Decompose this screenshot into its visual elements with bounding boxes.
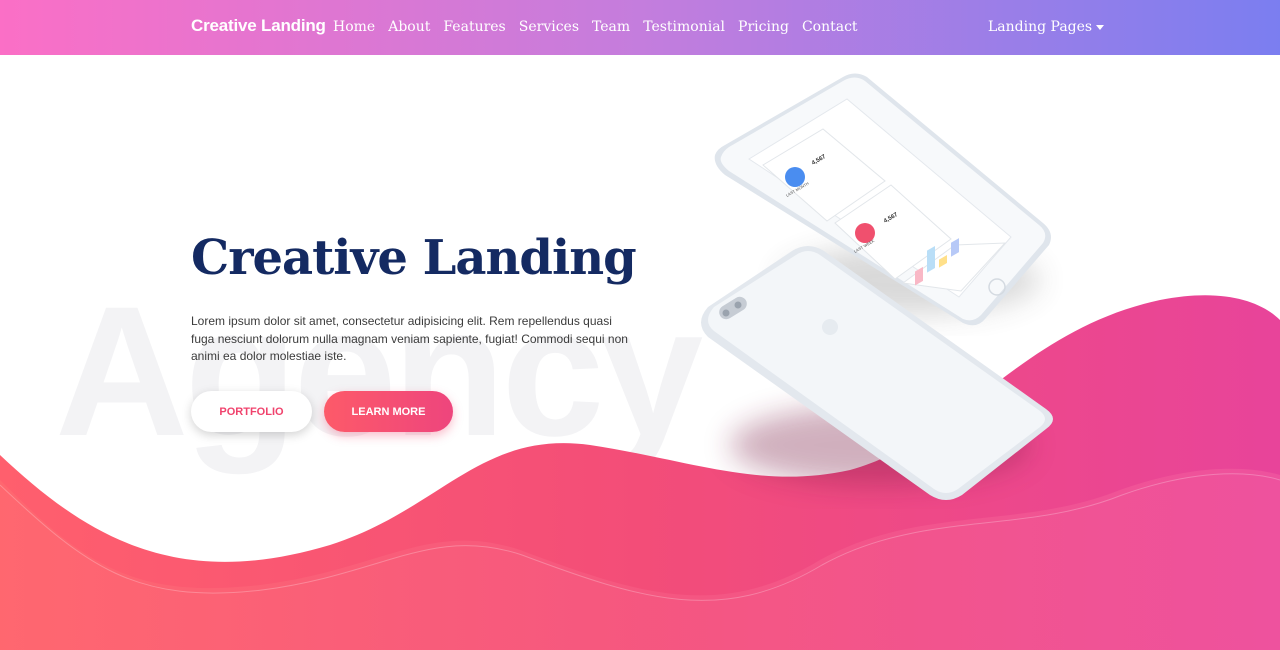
nav-link-about[interactable]: About — [388, 19, 430, 35]
landing-pages-dropdown[interactable]: Landing Pages — [988, 19, 1105, 35]
nav-link-home[interactable]: Home — [333, 19, 375, 35]
navbar: Creative Landing Home About Features Ser… — [0, 0, 1280, 55]
phones-illustration: 4,567 LAST MONTH 4,567 LAST WEEK — [701, 73, 1053, 500]
dropdown-label: Landing Pages — [988, 19, 1093, 35]
nav-links: Home About Features Services Team Testim… — [333, 19, 871, 35]
nav-link-contact[interactable]: Contact — [802, 19, 858, 35]
hero-title: Creative Landing — [191, 230, 637, 286]
caret-down-icon — [1096, 25, 1105, 30]
brand-logo[interactable]: Creative Landing — [191, 16, 326, 36]
apple-logo-icon — [822, 319, 838, 335]
portfolio-button[interactable]: PORTFOLIO — [191, 391, 312, 432]
nav-link-team[interactable]: Team — [592, 19, 630, 35]
nav-link-services[interactable]: Services — [519, 19, 579, 35]
nav-link-features[interactable]: Features — [443, 19, 505, 35]
nav-link-pricing[interactable]: Pricing — [738, 19, 789, 35]
hero-description: Lorem ipsum dolor sit amet, consectetur … — [191, 314, 628, 363]
learn-more-button[interactable]: LEARN MORE — [324, 391, 453, 432]
nav-link-testimonial[interactable]: Testimonial — [643, 19, 725, 35]
